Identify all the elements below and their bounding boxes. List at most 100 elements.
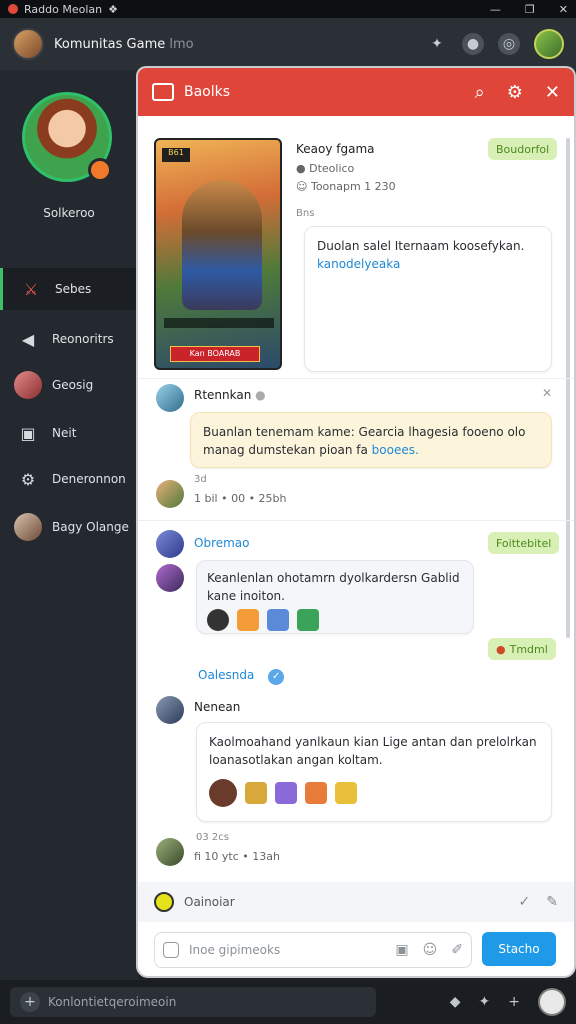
sword-emoji-icon [237, 609, 259, 631]
reply-context-label: Oainoiar [184, 895, 235, 909]
minimize-button[interactable]: — [490, 3, 501, 16]
avatar[interactable] [156, 564, 184, 592]
sidebar-item-label: Geosig [52, 378, 94, 392]
sidebar-item-label: Reonoritrs [52, 332, 114, 346]
game-cover-image[interactable]: B61 Kan BOARAB [154, 138, 282, 370]
message-link[interactable]: kanodelyeaka [317, 255, 539, 273]
bottom-input-text: Konlontietqeroimeoin [48, 995, 177, 1009]
user-avatar-icon [14, 513, 42, 541]
avatar[interactable] [156, 696, 184, 724]
figure-emoji-icon [305, 782, 327, 804]
spark-emoji-icon [275, 782, 297, 804]
send-button[interactable]: Stacho [482, 932, 556, 966]
close-icon[interactable]: ✕ [545, 82, 560, 103]
thread-bubble: Keanlenlan ohotamrn dyolkardersn Gablid … [196, 560, 474, 634]
game-card-tag: B61 [162, 148, 190, 162]
panel-title: Baolks [184, 84, 231, 100]
post-text: Kaolmoahand yanlkaun kian Lige antan dan… [209, 735, 537, 749]
header-subtitle: lmo [169, 36, 194, 52]
reply-context-bar: Oainoiar ✓ ✎ [138, 882, 574, 922]
reaction-stats[interactable]: 1 bil • 00 • 25bh [194, 492, 287, 505]
emoji-icon[interactable] [154, 892, 174, 912]
post-link[interactable]: booees. [372, 443, 419, 457]
maximize-button[interactable]: ❐ [525, 3, 535, 16]
reaction-stats[interactable]: fi 10 ytc • 13ah [194, 850, 280, 863]
sidebar-item-neit[interactable]: ▣ Neit [0, 412, 138, 454]
paperclip-icon[interactable]: ✐ [451, 942, 463, 958]
post-meta: 3d [194, 474, 207, 485]
pen-icon[interactable]: ✎ [546, 894, 558, 910]
gear-icon[interactable]: ⚙ [507, 82, 523, 103]
sidebar-item-geosig[interactable]: Geosig [0, 364, 138, 406]
gamepad-icon[interactable]: ✦ [426, 33, 448, 55]
character-emoji-icon [209, 779, 237, 807]
sidebar-item-label: Bagy Olange [52, 520, 129, 534]
search-icon[interactable]: ⌕ [475, 82, 485, 103]
profile-status-badge [88, 158, 112, 182]
post-meta: 03 2cs [196, 832, 229, 843]
attach-box-icon[interactable] [163, 942, 179, 958]
post-author: Rtennkan ● [194, 388, 266, 402]
panel-header: Baolks ⌕ ⚙ ✕ [138, 68, 574, 116]
controller-icon: ▣ [20, 423, 36, 443]
thread-divider-label: Oalesnda ✓ [198, 668, 285, 685]
game-developer: ● Dteolico [296, 162, 355, 175]
post-text: manag dumstekan pioan fa [203, 443, 368, 457]
app-icon [8, 4, 18, 14]
thread-author[interactable]: Obremao [194, 536, 250, 550]
fire-icon: ● [496, 642, 506, 656]
divider [138, 520, 574, 521]
avatar[interactable] [156, 384, 184, 412]
scrollbar[interactable] [566, 138, 570, 638]
game-play-button[interactable]: Kan BOARAB [170, 346, 260, 362]
avatar[interactable] [156, 480, 184, 508]
user-avatar[interactable] [534, 29, 564, 59]
notification-icon[interactable]: ● [462, 33, 484, 55]
check-icon: ✓ [268, 669, 285, 685]
add-icon[interactable]: + [508, 994, 520, 1010]
check-circle-icon[interactable]: ✓ [519, 894, 531, 910]
sidebar: Solkeroo ⚔ Sebes ◀ Reonoritrs Geosig ▣ N… [0, 70, 138, 980]
bottom-input[interactable]: + Konlontietqeroimeoin [10, 987, 376, 1017]
dismiss-icon[interactable]: ✕ [542, 386, 552, 400]
sidebar-item-deneronnon[interactable]: ⚙ Deneronnon [0, 458, 138, 500]
bottom-bar: + Konlontietqeroimeoin ◆ ✦ + [0, 980, 576, 1024]
avatar[interactable] [156, 530, 184, 558]
post-bubble: Kaolmoahand yanlkaun kian Lige antan dan… [196, 722, 552, 822]
shield-icon[interactable]: ✦ [479, 994, 491, 1010]
emoji-picker-icon[interactable]: ☺ [423, 942, 438, 958]
plus-icon[interactable]: + [20, 992, 40, 1012]
thread-text: Keanlenlan ohotamrn dyolkardersn Gablid [207, 571, 460, 585]
diamond-icon[interactable]: ◆ [450, 994, 461, 1010]
chat-panel: Baolks ⌕ ⚙ ✕ B61 Kan BOARAB Keaoy fgama … [138, 68, 574, 976]
avatar[interactable] [156, 838, 184, 866]
community-avatar[interactable] [12, 28, 44, 60]
crossed-swords-icon: ⚔ [23, 279, 39, 299]
puzzle-icon: ⚙ [20, 469, 36, 489]
image-icon [152, 83, 174, 101]
message-input[interactable]: Inoe gipimeoks ▣ ☺ ✐ [154, 932, 472, 968]
account-avatar[interactable] [538, 988, 566, 1016]
settings-icon[interactable]: ◎ [498, 33, 520, 55]
pin-icon[interactable]: ❖ [108, 3, 118, 16]
app-header: Komunitas Game lmo ✦ ● ◎ [0, 18, 576, 70]
post-text: Buanlan tenemam kame: Gearcia lhagesia f… [203, 425, 526, 439]
game-message-bubble: Duolan salel Iternaam koosefykan. kanode… [304, 226, 552, 372]
system-title-bar: Raddo Meolan ❖ — ❐ ✕ [0, 0, 576, 18]
sidebar-item-sebes[interactable]: ⚔ Sebes [0, 268, 138, 310]
sidebar-item-bagy-olange[interactable]: Bagy Olange [0, 506, 138, 548]
post-author: Nenean [194, 700, 241, 714]
post-bubble: Buanlan tenemam kame: Gearcia lhagesia f… [190, 412, 552, 468]
horn-emoji-icon [335, 782, 357, 804]
sidebar-item-reonoritrs[interactable]: ◀ Reonoritrs [0, 318, 138, 360]
status-badge: Boudorfol [488, 138, 558, 160]
game-title: Keaoy fgama [296, 142, 375, 156]
sidebar-item-label: Sebes [55, 282, 92, 296]
profile-name: Solkeroo [43, 206, 95, 220]
megaphone-icon: ◀ [21, 329, 35, 349]
message-placeholder: Inoe gipimeoks [189, 943, 281, 957]
close-window-button[interactable]: ✕ [559, 3, 568, 16]
image-upload-icon[interactable]: ▣ [395, 942, 408, 958]
message-text: Duolan salel Iternaam koosefykan. [317, 239, 525, 253]
game-meta: Bns [296, 208, 315, 219]
